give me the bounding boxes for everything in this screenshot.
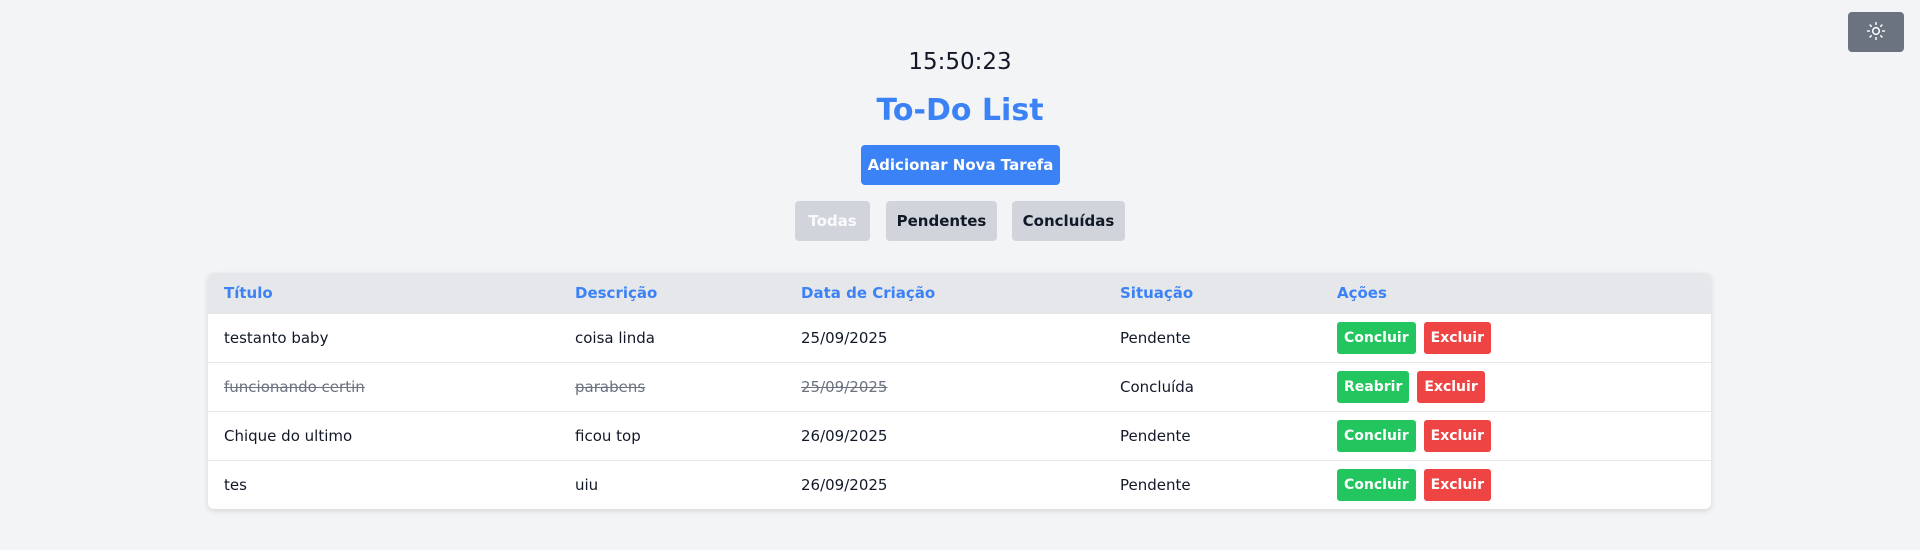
reopen-button[interactable]: Reabrir <box>1337 370 1410 403</box>
table-row: Chique do ultimo ficou top 26/09/2025 Pe… <box>208 411 1711 460</box>
todo-page: 15:50:23 To-Do List Adicionar Nova Taref… <box>0 0 1920 550</box>
delete-button[interactable]: Excluir <box>1423 321 1492 354</box>
task-description: parabens <box>575 377 646 396</box>
task-title: testanto baby <box>224 328 329 347</box>
task-date: 26/09/2025 <box>801 475 888 494</box>
task-actions: Concluir Excluir <box>1321 460 1711 509</box>
task-title: tes <box>224 475 247 494</box>
table-row: testanto baby coisa linda 25/09/2025 Pen… <box>208 313 1711 362</box>
task-title: Chique do ultimo <box>224 426 353 445</box>
header-title: Título <box>224 283 273 302</box>
header-status: Situação <box>1120 283 1194 302</box>
add-task-button[interactable]: Adicionar Nova Tarefa <box>861 145 1060 185</box>
complete-button[interactable]: Concluir <box>1337 419 1416 452</box>
theme-toggle-button[interactable] <box>1848 12 1904 52</box>
sun-icon <box>1866 21 1886 44</box>
delete-button[interactable]: Excluir <box>1417 370 1485 403</box>
filter-bar: Todas Pendentes Concluídas <box>0 201 1920 241</box>
task-date: 26/09/2025 <box>801 426 888 445</box>
filter-done-button[interactable]: Concluídas <box>1012 201 1125 241</box>
complete-button[interactable]: Concluir <box>1337 321 1416 354</box>
task-description: coisa linda <box>575 328 655 347</box>
task-actions: Concluir Excluir <box>1321 411 1711 460</box>
task-actions: Reabrir Excluir <box>1321 362 1711 411</box>
task-title: funcionando certin <box>224 377 365 396</box>
filter-all-button[interactable]: Todas <box>795 201 870 241</box>
task-table: Título Descrição Data de Criação Situaçã… <box>208 273 1711 509</box>
header-date: Data de Criação <box>801 283 936 302</box>
task-date: 25/09/2025 <box>801 328 888 347</box>
table-row: tes uiu 26/09/2025 Pendente Concluir Exc… <box>208 460 1711 509</box>
task-description: ficou top <box>575 426 641 445</box>
task-status: Pendente <box>1120 328 1191 347</box>
delete-button[interactable]: Excluir <box>1423 468 1492 501</box>
task-date: 25/09/2025 <box>801 377 888 396</box>
header-description: Descrição <box>575 283 658 302</box>
task-description: uiu <box>575 475 599 494</box>
task-status: Concluída <box>1120 377 1194 396</box>
page-title: To-Do List <box>876 93 1044 128</box>
task-status: Pendente <box>1120 475 1191 494</box>
header-actions: Ações <box>1337 283 1387 302</box>
filter-pending-button[interactable]: Pendentes <box>886 201 997 241</box>
task-actions: Concluir Excluir <box>1321 313 1711 362</box>
task-status: Pendente <box>1120 426 1191 445</box>
table-header-row: Título Descrição Data de Criação Situaçã… <box>208 273 1711 313</box>
clock: 15:50:23 <box>908 49 1012 75</box>
table-row: funcionando certin parabens 25/09/2025 C… <box>208 362 1711 411</box>
complete-button[interactable]: Concluir <box>1337 468 1416 501</box>
delete-button[interactable]: Excluir <box>1423 419 1492 452</box>
